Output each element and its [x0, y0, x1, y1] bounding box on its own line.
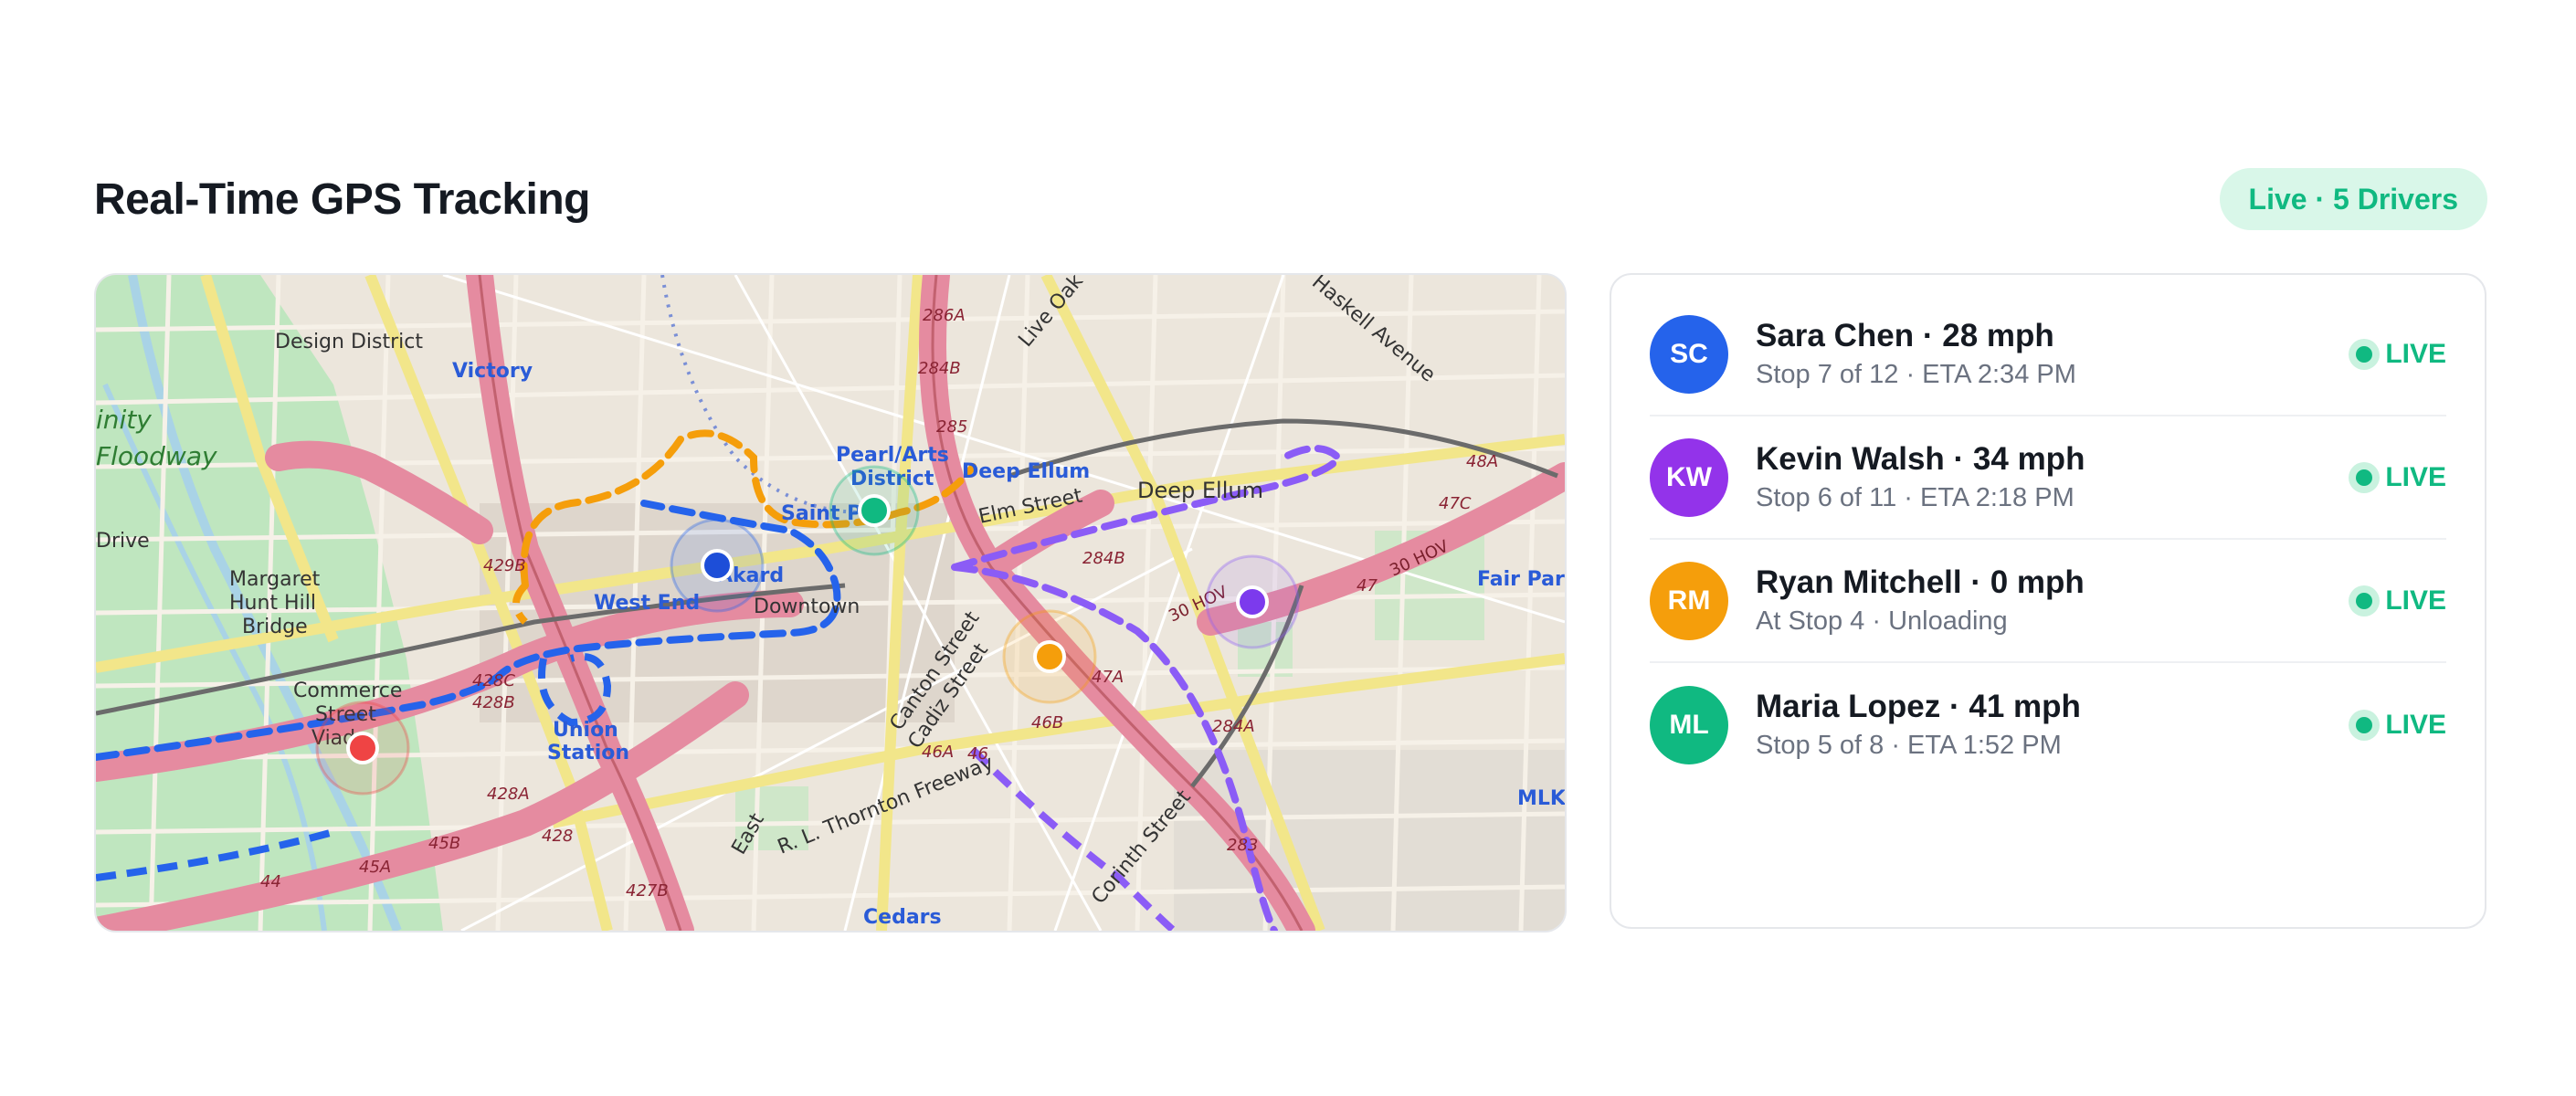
label-floodway-1: inity [96, 405, 152, 435]
label-margaret-3: Bridge [242, 616, 308, 638]
live-dot-icon [2349, 585, 2381, 616]
exit-46a: 46A [922, 743, 954, 762]
driver-status: Stop 6 of 11 · ETA 2:18 PM [1756, 483, 2075, 512]
driver-name-speed: Ryan Mitchell · 0 mph [1756, 564, 2085, 600]
driver-row[interactable]: SC Sara Chen · 28 mph Stop 7 of 12 · ETA… [1650, 293, 2446, 416]
exit-285: 285 [936, 417, 967, 437]
label-commerce-1: Commerce [293, 680, 402, 702]
label-victory: Victory [452, 360, 533, 383]
exit-46b: 46B [1031, 713, 1063, 732]
label-design-district: Design District [275, 331, 423, 353]
exit-428: 428 [542, 827, 573, 846]
live-label: LIVE [2385, 585, 2446, 616]
exit-428b: 428B [472, 693, 515, 712]
avatar: SC [1650, 314, 1728, 394]
exit-46: 46 [967, 744, 988, 764]
driver-name-speed: Kevin Walsh · 34 mph [1756, 441, 2085, 477]
vehicle-marker-red[interactable] [346, 732, 379, 764]
exit-428c: 428C [472, 671, 515, 690]
live-dot-icon [2349, 709, 2381, 741]
label-union-2: Station [547, 742, 629, 764]
label-fair-park: Fair Park [1477, 568, 1565, 591]
exit-47: 47 [1357, 576, 1378, 595]
vehicle-marker-maria-lopez[interactable] [858, 494, 891, 527]
live-label: LIVE [2385, 709, 2446, 740]
live-indicator: LIVE [2349, 585, 2446, 616]
live-indicator: LIVE [2349, 338, 2446, 370]
exit-45a: 45A [359, 858, 391, 877]
map-canvas[interactable]: Design District Victory inity Floodway D… [96, 275, 1565, 931]
label-deep-ellum-station: Deep Ellum [962, 460, 1090, 483]
live-label: LIVE [2385, 338, 2446, 369]
live-drivers-badge: Live · 5 Drivers [2219, 168, 2487, 230]
vehicle-marker-sara-chen[interactable] [701, 549, 734, 582]
exit-47a: 47A [1092, 668, 1124, 687]
exit-44: 44 [260, 872, 281, 891]
driver-info: Maria Lopez · 41 mph Stop 5 of 8 · ETA 1… [1756, 689, 2349, 761]
exit-284a: 284A [1212, 717, 1255, 736]
page-header: Real-Time GPS Tracking Live · 5 Drivers [94, 164, 2487, 234]
label-floodway-2: Floodway [96, 441, 217, 471]
avatar: KW [1650, 437, 1728, 517]
exit-428a: 428A [487, 785, 530, 804]
label-drive: Drive [96, 530, 150, 553]
driver-row[interactable]: RM Ryan Mitchell · 0 mph At Stop 4 · Unl… [1650, 540, 2446, 663]
label-union-1: Union [553, 719, 618, 742]
driver-row[interactable]: ML Maria Lopez · 41 mph Stop 5 of 8 · ET… [1650, 663, 2446, 786]
exit-48a: 48A [1466, 452, 1498, 471]
live-label: LIVE [2385, 461, 2446, 492]
live-dot-icon [2349, 338, 2381, 370]
driver-list-panel: SC Sara Chen · 28 mph Stop 7 of 12 · ETA… [1610, 273, 2486, 929]
driver-info: Sara Chen · 28 mph Stop 7 of 12 · ETA 2:… [1756, 318, 2349, 390]
map-panel[interactable]: Design District Victory inity Floodway D… [94, 273, 1567, 933]
driver-status: At Stop 4 · Unloading [1756, 606, 2008, 636]
driver-row[interactable]: KW Kevin Walsh · 34 mph Stop 6 of 11 · E… [1650, 416, 2446, 540]
live-indicator: LIVE [2349, 709, 2446, 741]
driver-name-speed: Maria Lopez · 41 mph [1756, 689, 2081, 724]
exit-47c: 47C [1439, 494, 1472, 513]
exit-286a: 286A [923, 306, 966, 325]
driver-status: Stop 7 of 12 · ETA 2:34 PM [1756, 360, 2076, 389]
driver-name-speed: Sara Chen · 28 mph [1756, 318, 2054, 353]
driver-status: Stop 5 of 8 · ETA 1:52 PM [1756, 731, 2062, 760]
vehicle-marker-kevin-walsh[interactable] [1236, 585, 1269, 618]
exit-45b: 45B [428, 834, 460, 853]
page-title: Real-Time GPS Tracking [94, 174, 591, 224]
live-dot-icon [2349, 461, 2381, 493]
label-margaret-2: Hunt Hill [229, 592, 316, 615]
exit-427b: 427B [626, 881, 669, 901]
label-deep-ellum: Deep Ellum [1137, 478, 1263, 503]
label-margaret-1: Margaret [229, 568, 321, 591]
driver-info: Kevin Walsh · 34 mph Stop 6 of 11 · ETA … [1756, 441, 2349, 513]
exit-284b-2: 284B [1082, 549, 1125, 568]
live-indicator: LIVE [2349, 461, 2446, 493]
avatar: RM [1650, 561, 1728, 640]
label-pearl-1: Pearl/Arts [836, 444, 949, 467]
avatar: ML [1650, 685, 1728, 764]
driver-info: Ryan Mitchell · 0 mph At Stop 4 · Unload… [1756, 564, 2349, 637]
label-cedars: Cedars [863, 906, 942, 929]
exit-429b: 429B [483, 556, 526, 575]
label-downtown: Downtown [754, 595, 860, 618]
vehicle-marker-ryan-mitchell[interactable] [1033, 640, 1066, 673]
label-mlk: MLK [1517, 787, 1565, 810]
exit-284b: 284B [918, 359, 961, 378]
exit-283: 283 [1227, 836, 1258, 855]
